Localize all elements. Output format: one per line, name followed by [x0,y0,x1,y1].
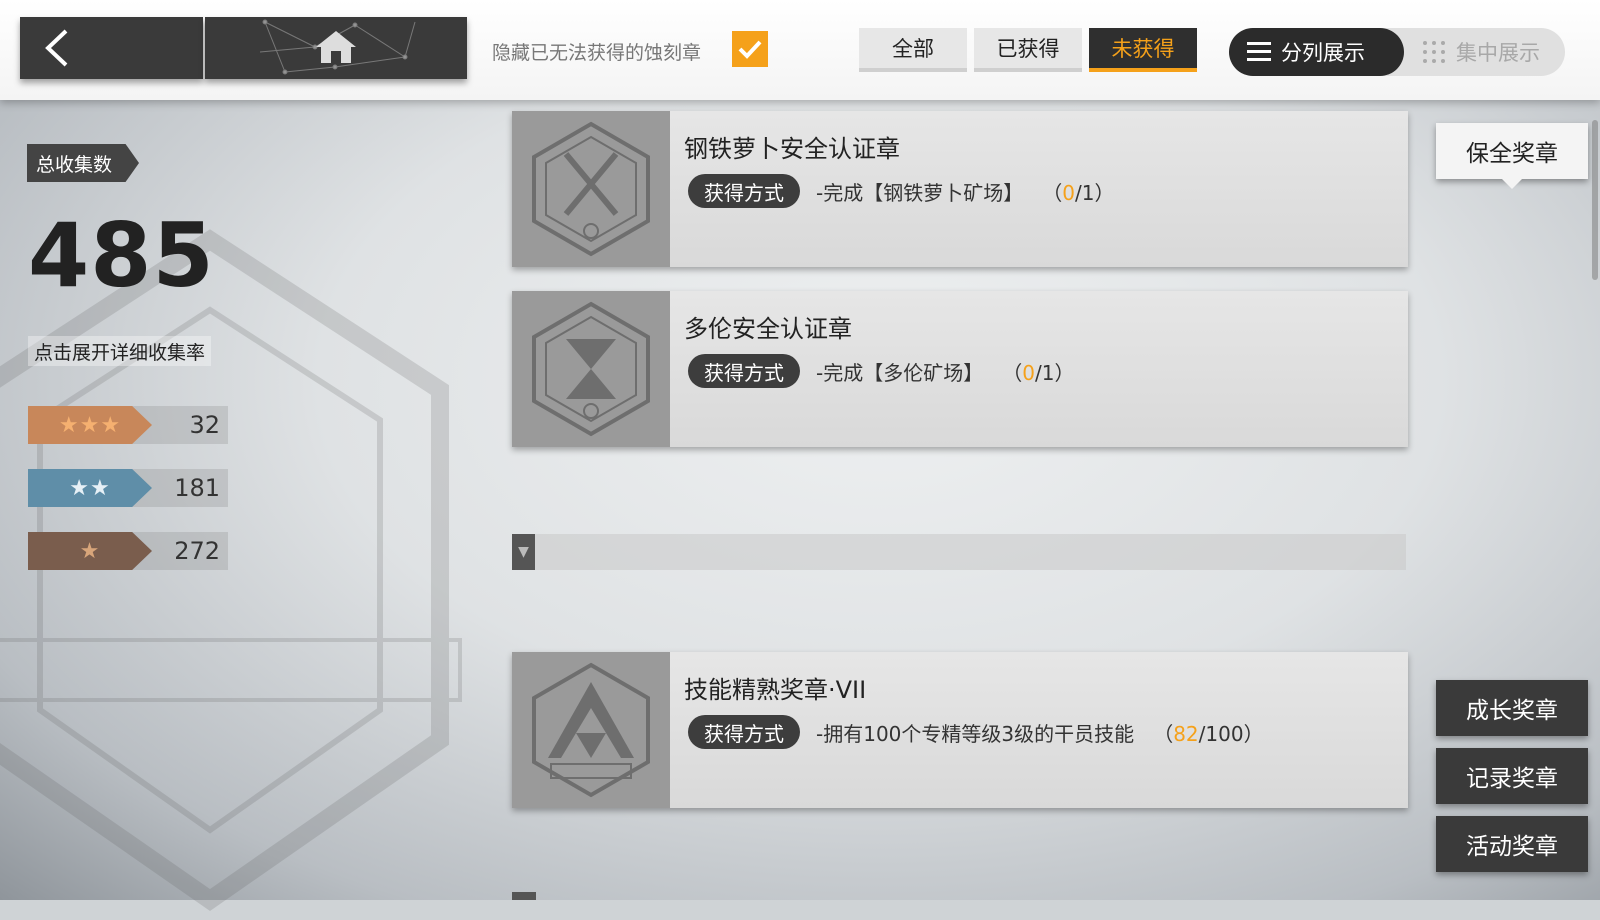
obtain-method-badge: 获得方式 [688,174,800,208]
medal-card[interactable]: 技能精熟奖章·VII 获得方式 -拥有100个专精等级3级的干员技能 （82/1… [512,652,1408,808]
rarity-stars-2: ★★ [28,469,152,507]
rarity-row-3star: ★★★ 32 [28,406,228,444]
top-bar: 隐藏已无法获得的蚀刻章 全部 已获得 未获得 分列展示 集中展示 [0,0,1600,100]
category-record-medals[interactable]: 记录奖章 [1436,748,1588,804]
rarity-stars-3: ★★★ [28,406,152,444]
obtain-desc-text: -完成【钢铁萝卜矿场】 [816,181,1024,205]
hide-unobtainable-label: 隐藏已无法获得的蚀刻章 [492,42,702,64]
medal-name: 多伦安全认证章 [684,315,852,343]
checkmark-icon [738,40,762,59]
next-card-edge [512,892,536,900]
obtain-method-desc: -拥有100个专精等级3级的干员技能 （82/100） [816,718,1264,747]
obtain-method-desc: -完成【多伦矿场】 （0/1） [816,357,1075,386]
rarity-count-3star: 32 [189,411,220,439]
home-icon [259,19,416,75]
progress-open: （ [1002,361,1023,385]
view-mode-split-label: 分列展示 [1281,41,1365,65]
filter-tab-not-obtained[interactable]: 未获得 [1089,28,1197,72]
view-mode-split-button[interactable]: 分列展示 [1229,28,1404,76]
rarity-row-1star: ★ 272 [28,532,228,570]
safety-certificate-icon [512,111,670,267]
progress-open: （ [1153,722,1174,746]
expand-collection-rate-button[interactable]: 点击展开详细收集率 [28,336,212,366]
category-event-medals[interactable]: 活动奖章 [1436,816,1588,872]
filter-tab-all[interactable]: 全部 [859,28,967,72]
collapse-handle-icon[interactable]: ▼ [512,534,535,570]
progress-total: /1） [1075,181,1115,205]
view-mode-grid-button[interactable]: 集中展示 [1404,28,1565,76]
back-button[interactable] [20,17,203,79]
view-mode-toggle: 分列展示 集中展示 [1229,28,1565,76]
list-scrollbar[interactable] [1592,120,1598,280]
safety-certificate-icon [512,291,670,447]
rarity-count-2star: 181 [174,474,220,502]
collapsed-section-row[interactable]: ▼ [512,534,1406,570]
hide-unobtainable-checkbox[interactable] [732,31,768,67]
filter-tab-obtained[interactable]: 已获得 [974,28,1082,72]
archive-emblem-watermark [0,229,462,911]
obtain-method-badge: 获得方式 [688,715,800,749]
obtain-desc-text: -拥有100个专精等级3级的干员技能 [816,722,1135,746]
category-growth-medals[interactable]: 成长奖章 [1436,680,1588,736]
medal-card[interactable]: 多伦安全认证章 获得方式 -完成【多伦矿场】 （0/1） [512,291,1408,447]
advanced-training-icon [512,652,670,808]
progress-current: 0 [1022,361,1036,385]
medal-card[interactable]: 钢铁萝卜安全认证章 获得方式 -完成【钢铁萝卜矿场】 （0/1） [512,111,1408,267]
category-security-medals[interactable]: 保全奖章 [1436,123,1588,189]
home-button[interactable] [205,17,467,79]
progress-current: 82 [1173,722,1199,746]
progress-total: /100） [1198,722,1264,746]
obtain-method-desc: -完成【钢铁萝卜矿场】 （0/1） [816,177,1115,206]
rarity-count-1star: 272 [174,537,220,565]
total-collected-label: 总收集数 [27,144,139,182]
total-collected-count: 485 [28,204,215,307]
grid-dots-icon [1423,41,1445,63]
rarity-stars-1: ★ [28,532,152,570]
rarity-row-2star: ★★ 181 [28,469,228,507]
view-mode-grid-label: 集中展示 [1456,41,1540,65]
chevron-left-icon [45,29,68,67]
progress-total: /1） [1035,361,1075,385]
obtain-desc-text: -完成【多伦矿场】 [816,361,984,385]
medal-name: 钢铁萝卜安全认证章 [684,135,900,163]
progress-current: 0 [1062,181,1076,205]
progress-open: （ [1042,181,1063,205]
obtain-method-badge: 获得方式 [688,354,800,388]
list-icon [1247,42,1271,61]
medal-name: 技能精熟奖章·VII [684,676,867,704]
